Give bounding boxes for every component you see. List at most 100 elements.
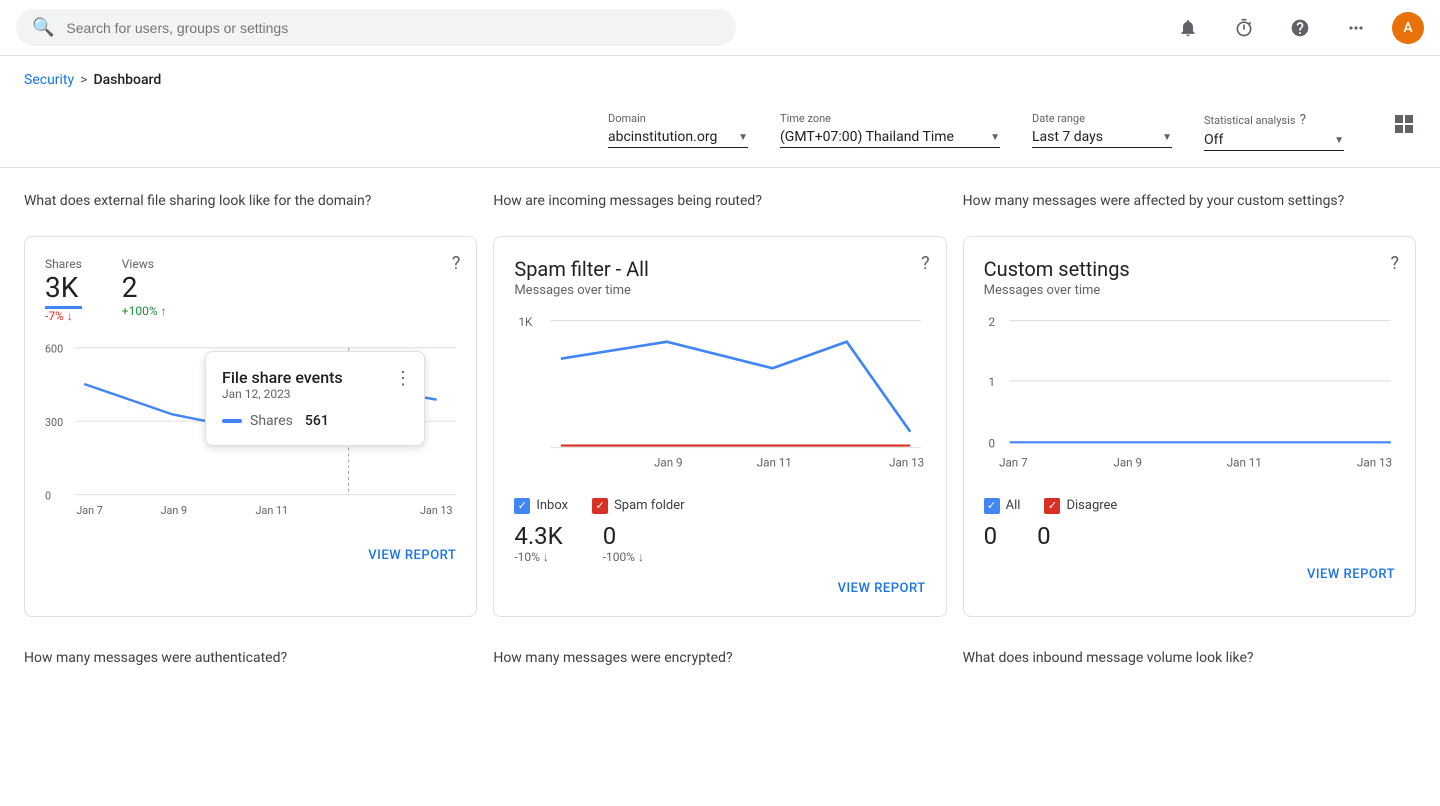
shares-change: -7% ↓ bbox=[45, 309, 82, 323]
spamfolder-legend-item: ✓ Spam folder bbox=[592, 498, 684, 514]
apps-icon[interactable] bbox=[1336, 8, 1376, 48]
grid-view-button[interactable] bbox=[1392, 112, 1416, 141]
tooltip-shares-value: 561 bbox=[305, 413, 329, 429]
card2-totals-row: 4.3K -10% ↓ 0 -100% ↓ bbox=[514, 522, 925, 564]
svg-text:300: 300 bbox=[45, 416, 63, 429]
bottom-section-labels: How many messages were authenticated? Ho… bbox=[24, 649, 1416, 677]
all-legend-item: ✓ All bbox=[984, 498, 1021, 514]
tooltip-more-icon[interactable]: ⋮ bbox=[394, 368, 412, 389]
shares-stat: Shares 3K -7% ↓ bbox=[45, 257, 82, 323]
daterange-filter: Date range Last 7 days ▼ bbox=[1032, 112, 1172, 148]
statanalysis-select[interactable]: Off ▼ bbox=[1204, 132, 1344, 151]
card2-footer: ✓ Inbox ✓ Spam folder 4.3K -10% ↓ 0 bbox=[514, 498, 925, 564]
breadcrumb: Security > Dashboard bbox=[0, 56, 1440, 104]
svg-text:600: 600 bbox=[45, 342, 63, 355]
bottom-label3: What does inbound message volume look li… bbox=[963, 649, 1416, 669]
domain-label: Domain bbox=[608, 112, 748, 125]
svg-text:Jan 11: Jan 11 bbox=[256, 504, 289, 517]
shares-value: 3K bbox=[45, 271, 82, 309]
svg-text:1K: 1K bbox=[519, 314, 534, 328]
statanalysis-dropdown-arrow: ▼ bbox=[1334, 135, 1344, 146]
shares-label: Shares bbox=[45, 257, 82, 271]
statanalysis-label: Statistical analysis bbox=[1204, 114, 1295, 127]
svg-text:Jan 13: Jan 13 bbox=[889, 455, 924, 469]
card1-view-report-button[interactable]: VIEW REPORT bbox=[368, 548, 456, 563]
daterange-label: Date range bbox=[1032, 112, 1172, 125]
main-content: What does external file sharing look lik… bbox=[0, 168, 1440, 700]
svg-text:Jan 13: Jan 13 bbox=[420, 504, 453, 517]
inbox-total: 4.3K -10% ↓ bbox=[514, 522, 562, 564]
svg-text:Jan 7: Jan 7 bbox=[999, 455, 1028, 469]
card2-section-label: How are incoming messages being routed? bbox=[493, 192, 946, 212]
timezone-filter: Time zone (GMT+07:00) Thailand Time ▼ bbox=[780, 112, 1000, 148]
search-input[interactable] bbox=[66, 20, 720, 36]
file-sharing-card: ? Shares 3K -7% ↓ Views 2 +100% ↑ 600 30… bbox=[24, 236, 477, 617]
avatar[interactable]: A bbox=[1392, 12, 1424, 44]
disagree-total: 0 bbox=[1037, 522, 1051, 550]
domain-value: abcinstitution.org bbox=[608, 129, 717, 145]
spam-chart: 1K Jan 9 Jan 11 Jan 13 bbox=[514, 310, 925, 490]
card3-legend-row: ✓ All ✓ Disagree bbox=[984, 498, 1395, 514]
tooltip-title: File share events bbox=[222, 368, 408, 387]
disagree-checkbox[interactable]: ✓ bbox=[1044, 498, 1060, 514]
custom-chart: 2 1 0 Jan 7 Jan 9 Jan 11 Jan 13 bbox=[984, 310, 1395, 490]
disagree-legend-label: Disagree bbox=[1066, 498, 1117, 513]
all-checkbox[interactable]: ✓ bbox=[984, 498, 1000, 514]
all-total-value: 0 bbox=[984, 522, 998, 550]
filters-row: Domain abcinstitution.org ▼ Time zone (G… bbox=[0, 104, 1440, 168]
notifications-icon[interactable] bbox=[1168, 8, 1208, 48]
svg-text:Jan 7: Jan 7 bbox=[76, 504, 102, 517]
domain-filter: Domain abcinstitution.org ▼ bbox=[608, 112, 748, 148]
breadcrumb-current: Dashboard bbox=[93, 72, 161, 88]
statanalysis-help-icon[interactable]: ? bbox=[1299, 112, 1306, 128]
spamfolder-checkbox[interactable]: ✓ bbox=[592, 498, 608, 514]
card3-help-icon[interactable]: ? bbox=[1390, 253, 1399, 274]
file-share-chart-area: 600 300 0 Jan 7 bbox=[45, 331, 456, 531]
daterange-dropdown-arrow: ▼ bbox=[1162, 132, 1172, 143]
svg-text:Jan 9: Jan 9 bbox=[161, 504, 187, 517]
daterange-select[interactable]: Last 7 days ▼ bbox=[1032, 129, 1172, 148]
card3-title: Custom settings bbox=[984, 257, 1395, 281]
bottom-label1: How many messages were authenticated? bbox=[24, 649, 477, 669]
views-change: +100% ↑ bbox=[122, 304, 167, 318]
views-value: 2 bbox=[122, 271, 167, 304]
inbox-total-change: -10% ↓ bbox=[514, 550, 562, 564]
svg-text:1: 1 bbox=[988, 375, 995, 389]
domain-select[interactable]: abcinstitution.org ▼ bbox=[608, 129, 748, 148]
card2-title: Spam filter - All bbox=[514, 257, 925, 281]
card3-footer: ✓ All ✓ Disagree 0 0 bbox=[984, 498, 1395, 550]
topbar: 🔍 A bbox=[0, 0, 1440, 56]
card1-section-label: What does external file sharing look lik… bbox=[24, 192, 477, 212]
svg-text:Jan 13: Jan 13 bbox=[1357, 455, 1392, 469]
breadcrumb-security-link[interactable]: Security bbox=[24, 72, 74, 88]
inbox-checkbox[interactable]: ✓ bbox=[514, 498, 530, 514]
file-share-tooltip: ⋮ File share events Jan 12, 2023 Shares … bbox=[205, 351, 425, 446]
card2-view-report-button[interactable]: VIEW REPORT bbox=[838, 581, 926, 596]
card3-section-label: How many messages were affected by your … bbox=[963, 192, 1416, 212]
statanalysis-value: Off bbox=[1204, 132, 1223, 148]
timer-icon[interactable] bbox=[1224, 8, 1264, 48]
card2-help-icon[interactable]: ? bbox=[921, 253, 930, 274]
svg-text:Jan 9: Jan 9 bbox=[654, 455, 683, 469]
card2-view-report-row: VIEW REPORT bbox=[514, 580, 925, 596]
card3-view-report-row: VIEW REPORT bbox=[984, 566, 1395, 582]
tooltip-shares-row: Shares 561 bbox=[222, 413, 408, 429]
timezone-select[interactable]: (GMT+07:00) Thailand Time ▼ bbox=[780, 129, 1000, 148]
card3-view-report-button[interactable]: VIEW REPORT bbox=[1307, 567, 1395, 582]
spamfolder-total-value: 0 bbox=[603, 522, 644, 550]
spamfolder-total: 0 -100% ↓ bbox=[603, 522, 644, 564]
inbox-legend-label: Inbox bbox=[536, 498, 568, 513]
search-box[interactable]: 🔍 bbox=[16, 9, 736, 46]
all-legend-label: All bbox=[1006, 498, 1021, 513]
domain-dropdown-arrow: ▼ bbox=[738, 132, 748, 143]
card1-help-icon[interactable]: ? bbox=[452, 253, 461, 274]
help-icon[interactable] bbox=[1280, 8, 1320, 48]
card2-legend-row: ✓ Inbox ✓ Spam folder bbox=[514, 498, 925, 514]
daterange-value: Last 7 days bbox=[1032, 129, 1103, 145]
spamfolder-total-change: -100% ↓ bbox=[603, 550, 644, 564]
timezone-label: Time zone bbox=[780, 112, 1000, 125]
statanalysis-filter: Statistical analysis ? Off ▼ bbox=[1204, 112, 1344, 151]
timezone-value: (GMT+07:00) Thailand Time bbox=[780, 129, 954, 145]
cards-row: ? Shares 3K -7% ↓ Views 2 +100% ↑ 600 30… bbox=[24, 236, 1416, 617]
inbox-total-value: 4.3K bbox=[514, 522, 562, 550]
